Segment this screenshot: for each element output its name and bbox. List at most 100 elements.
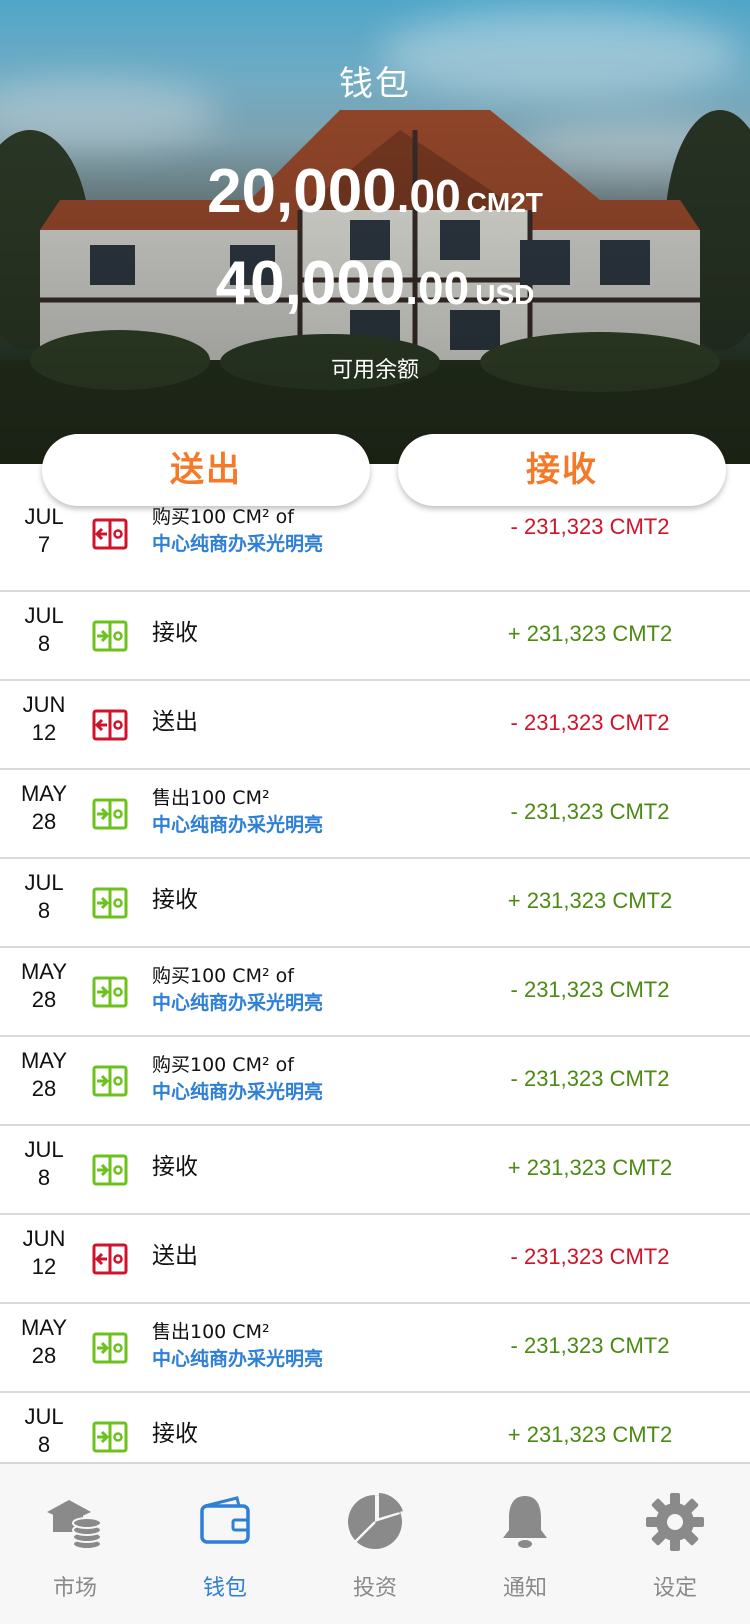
transaction-day: 7: [37, 532, 51, 557]
transaction-title: 接收: [152, 620, 198, 646]
transaction-month: JUL: [24, 1404, 64, 1429]
balance-usd: 40,000.00 USD: [0, 248, 750, 319]
transaction-list: JUL 7 购买100 CM² of 中心纯商办采光明亮 - 231,323 CMT2 J…: [0, 504, 750, 1482]
page-title: 钱包: [339, 64, 411, 104]
tab-notify-label: 通知: [502, 1576, 547, 1601]
transaction-row[interactable]: MAY 28 售出100 CM² 中心纯商办采光明亮 - 231,323 CMT2: [0, 1304, 750, 1393]
transaction-title: 接收: [152, 1154, 198, 1180]
transaction-description: 购买100 CM² of 中心纯商办采光明亮: [152, 963, 452, 1017]
available-balance-label: 可用余额: [330, 358, 419, 383]
transaction-amount: - 231,323 CMT2: [510, 710, 670, 735]
receive-icon: [92, 798, 128, 830]
transaction-day: 12: [31, 720, 57, 745]
transaction-amount: - 231,323 CMT2: [510, 1066, 670, 1091]
transaction-row[interactable]: JUL 8 接收 + 231,323 CMT2: [0, 592, 750, 681]
transaction-title: 接收: [152, 1421, 198, 1447]
transaction-date: MAY 28: [0, 1314, 88, 1370]
transaction-description: 接收: [152, 1154, 452, 1181]
transaction-amount: - 231,323 CMT2: [510, 1244, 670, 1269]
gear-icon: [646, 1493, 704, 1551]
transaction-description: 售出100 CM² 中心纯商办采光明亮: [152, 1319, 452, 1373]
receive-icon: [92, 620, 128, 652]
transaction-day: 8: [37, 631, 51, 656]
transaction-row[interactable]: JUL 8 接收 + 231,323 CMT2: [0, 859, 750, 948]
transaction-date: JUL 8: [0, 1136, 88, 1192]
transaction-month: MAY: [20, 781, 68, 806]
transaction-amount: + 231,323 CMT2: [507, 1155, 673, 1180]
balance-cm2t: 20,000.00 CM2T: [0, 156, 750, 227]
transaction-month: MAY: [20, 1048, 68, 1073]
transaction-amount: - 231,323 CMT2: [510, 1333, 670, 1358]
transaction-date: JUL 8: [0, 869, 88, 925]
transaction-title: 购买100 CM² of: [152, 1054, 294, 1076]
transaction-row[interactable]: MAY 28 购买100 CM² of 中心纯商办采光明亮 - 231,323 CMT2: [0, 1037, 750, 1126]
bell-icon: [503, 1496, 547, 1548]
transaction-amount: + 231,323 CMT2: [507, 1422, 673, 1447]
transaction-day: 28: [31, 1076, 57, 1101]
transaction-row[interactable]: JUL 7 购买100 CM² of 中心纯商办采光明亮 - 231,323 CMT2: [0, 504, 750, 592]
tab-wallet[interactable]: 钱包: [150, 1464, 300, 1624]
transaction-description: 购买100 CM² of 中心纯商办采光明亮: [152, 504, 452, 558]
transaction-row[interactable]: JUN 12 送出 - 231,323 CMT2: [0, 1215, 750, 1304]
pie-chart-icon: [348, 1493, 403, 1549]
send-button[interactable]: 送出: [42, 434, 370, 506]
transaction-amount: - 231,323 CMT2: [510, 514, 670, 539]
property-link[interactable]: 中心纯商办采光明亮: [152, 1346, 452, 1373]
transaction-description: 售出100 CM² 中心纯商办采光明亮: [152, 785, 452, 839]
transaction-title: 售出100 CM²: [152, 787, 270, 809]
property-link[interactable]: 中心纯商办采光明亮: [152, 812, 452, 839]
transaction-month: JUL: [24, 870, 64, 895]
transaction-month: JUL: [24, 1137, 64, 1162]
wallet-icon: [200, 1496, 250, 1544]
transaction-month: MAY: [20, 1315, 68, 1340]
transaction-description: 接收: [152, 1421, 452, 1448]
transaction-title: 送出: [152, 1243, 198, 1269]
tab-settings[interactable]: 设定: [600, 1464, 750, 1624]
transaction-date: JUN 12: [0, 691, 88, 747]
receive-button[interactable]: 接收: [398, 434, 726, 506]
transaction-date: MAY 28: [0, 958, 88, 1014]
receive-icon: [92, 1065, 128, 1097]
transaction-day: 28: [31, 1343, 57, 1368]
balance-usd-unit: USD: [475, 279, 535, 310]
transaction-title: 送出: [152, 709, 198, 735]
transaction-amount: - 231,323 CMT2: [510, 977, 670, 1002]
balance-cm2t-decimal: .00: [396, 170, 461, 222]
transaction-title: 购买100 CM² of: [152, 506, 294, 528]
receive-icon: [92, 887, 128, 919]
transaction-row[interactable]: MAY 28 购买100 CM² of 中心纯商办采光明亮 - 231,323 CMT2: [0, 948, 750, 1037]
tab-invest-label: 投资: [352, 1576, 397, 1601]
receive-icon: [92, 1421, 128, 1453]
transaction-description: 购买100 CM² of 中心纯商办采光明亮: [152, 1052, 452, 1106]
tab-invest[interactable]: 投资: [300, 1464, 450, 1624]
transaction-date: JUL 8: [0, 1403, 88, 1459]
transaction-amount: + 231,323 CMT2: [507, 621, 673, 646]
receive-icon: [92, 1332, 128, 1364]
tab-market[interactable]: 市场: [0, 1464, 150, 1624]
receive-icon: [92, 1154, 128, 1186]
transaction-month: MAY: [20, 959, 68, 984]
send-icon: [92, 709, 128, 741]
tab-notify[interactable]: 通知: [450, 1464, 600, 1624]
transaction-row[interactable]: JUL 8 接收 + 231,323 CMT2: [0, 1126, 750, 1215]
receive-icon: [92, 976, 128, 1008]
transaction-row[interactable]: MAY 28 售出100 CM² 中心纯商办采光明亮 - 231,323 CMT2: [0, 770, 750, 859]
transaction-description: 接收: [152, 620, 452, 647]
market-icon: [47, 1500, 102, 1550]
transaction-month: JUN: [22, 692, 66, 717]
balance-usd-integer: 40,000: [215, 249, 406, 318]
property-link[interactable]: 中心纯商办采光明亮: [152, 1079, 452, 1106]
transaction-date: JUL 8: [0, 602, 88, 658]
transaction-row[interactable]: JUN 12 送出 - 231,323 CMT2: [0, 681, 750, 770]
transaction-day: 28: [31, 809, 57, 834]
send-icon: [92, 1243, 128, 1275]
tab-wallet-label: 钱包: [202, 1576, 247, 1601]
property-link[interactable]: 中心纯商办采光明亮: [152, 531, 452, 558]
transaction-month: JUL: [24, 603, 64, 628]
property-link[interactable]: 中心纯商办采光明亮: [152, 990, 452, 1017]
transaction-description: 接收: [152, 887, 452, 914]
tab-settings-label: 设定: [652, 1576, 697, 1601]
transaction-description: 送出: [152, 1243, 452, 1270]
transaction-title: 接收: [152, 887, 198, 913]
transaction-day: 8: [37, 1165, 51, 1190]
